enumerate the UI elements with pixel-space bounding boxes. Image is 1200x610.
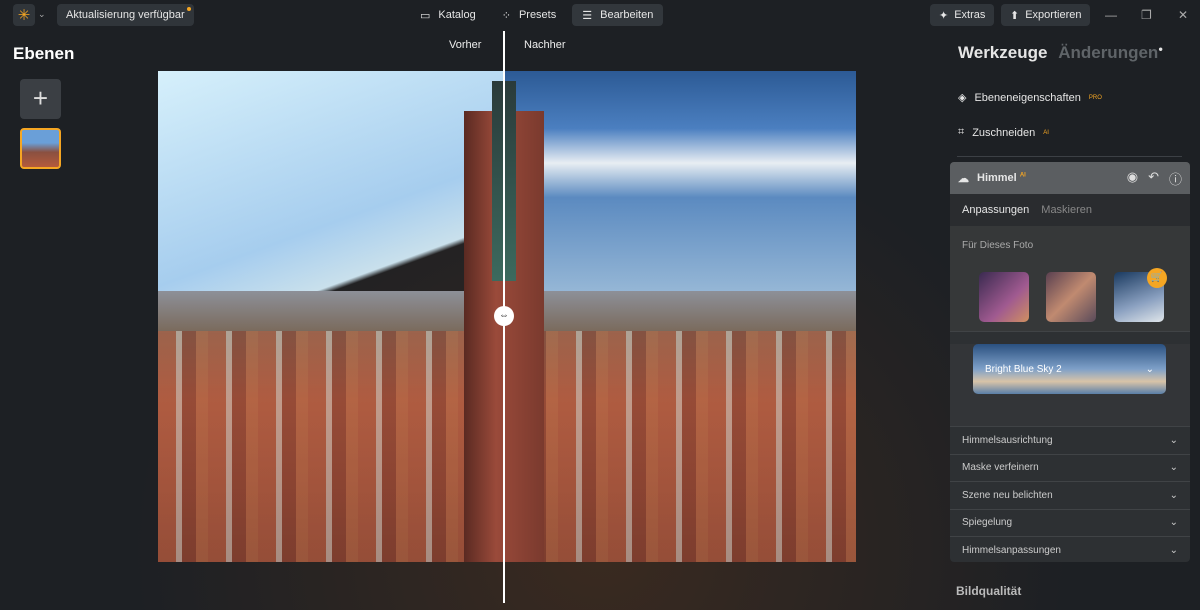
tab-aenderungen[interactable]: Änderungen [1058,43,1158,62]
sliders-icon: ☰ [582,9,592,22]
minimize-button[interactable]: — [1105,8,1117,22]
tab-katalog[interactable]: ▭ Katalog [410,4,486,26]
sparkle-wand-icon: ⁘ [502,9,511,22]
sky-preset-galaxy[interactable] [1046,272,1096,322]
layer-thumbnail[interactable] [20,128,61,169]
cart-icon[interactable]: 🛒 [1147,268,1167,288]
tab-maskieren[interactable]: Maskieren [1041,204,1092,216]
info-icon[interactable]: ⓘ [1169,169,1182,188]
chevron-down-icon: ⌄ [1146,364,1154,375]
sky-title: Himmel [977,172,1017,184]
chevron-down-icon: ⌄ [1170,490,1178,501]
divider [957,156,1182,157]
section-szene-neu-belichten[interactable]: Szene neu belichten ⌄ [950,482,1190,510]
undo-icon[interactable]: ↶ [1148,169,1159,188]
tool-label: Ebeneneigenschaften [974,92,1080,104]
main-nav: ▭ Katalog ⁘ Presets ☰ Bearbeiten [410,4,663,26]
sky-preset-milkyway[interactable] [979,272,1029,322]
section-spiegelung[interactable]: Spiegelung ⌄ [950,510,1190,538]
extras-label: Extras [954,9,985,21]
crop-icon: ⌗ [958,126,964,139]
tab-bearbeiten[interactable]: ☰ Bearbeiten [572,4,663,26]
top-bar: ✳ ⌄ Aktualisierung verfügbar ▭ Katalog ⁘ P… [0,0,1200,31]
chevron-down-icon: ⌄ [1170,462,1178,473]
chevron-down-icon[interactable]: ⌄ [38,9,46,20]
tab-label: Presets [519,9,556,21]
layers-icon: ◈ [958,91,966,104]
after-label: Nachher [524,39,566,51]
tab-label: Bearbeiten [600,9,653,21]
tab-presets[interactable]: ⁘ Presets [492,4,567,26]
export-button[interactable]: ⬆ Exportieren [1001,4,1090,26]
tab-label: Katalog [438,9,475,21]
section-label: Maske verfeinern [962,462,1039,473]
for-this-photo-section: Für Dieses Foto 🛒 [950,226,1190,332]
notification-dot [187,7,191,11]
for-photo-label: Für Dieses Foto [962,240,1033,251]
add-layer-button[interactable]: + [20,79,61,119]
selected-sky-label: Bright Blue Sky 2 [985,364,1062,375]
sparkle-icon: ✦ [939,9,948,22]
sky-select-dropdown[interactable]: Bright Blue Sky 2 ⌄ [973,344,1166,394]
app-menu-button[interactable]: ✳ [13,4,35,26]
ai-badge: AI [1043,130,1049,136]
sky-panel: ☁ Himmel AI ◉ ↶ ⓘ Anpassungen Maskieren Fü… [950,162,1190,562]
section-maske-verfeinern[interactable]: Maske verfeinern ⌄ [950,455,1190,483]
chevron-down-icon: ⌄ [1170,545,1178,556]
layers-title: Ebenen [13,44,74,64]
compare-handle[interactable]: ⇔ [494,306,514,326]
tab-anpassungen[interactable]: Anpassungen [962,204,1029,216]
section-himmelsausrichtung[interactable]: Himmelsausrichtung ⌄ [950,427,1190,455]
before-label: Vorher [449,39,481,51]
plus-icon: + [33,83,48,113]
tab-werkzeuge[interactable]: Werkzeuge [958,43,1047,62]
export-label: Exportieren [1025,9,1081,21]
changes-dot: ● [1158,44,1163,53]
tool-crop[interactable]: ⌗ Zuschneiden AI [958,126,1049,139]
chevron-down-icon: ⌄ [1170,435,1178,446]
pro-badge: PRO [1089,95,1102,101]
section-label: Spiegelung [962,517,1012,528]
tool-label: Zuschneiden [972,127,1035,139]
right-panel-tabs: Werkzeuge Änderungen● [958,43,1163,63]
section-label: Himmelsanpassungen [962,545,1061,556]
close-button[interactable]: ✕ [1178,8,1188,22]
restore-button[interactable]: ❐ [1141,8,1152,22]
sky-panel-header[interactable]: ☁ Himmel AI ◉ ↶ ⓘ [950,162,1190,194]
section-himmelsanpassungen[interactable]: Himmelsanpassungen ⌄ [950,537,1190,562]
update-available-button[interactable]: Aktualisierung verfügbar [57,4,194,26]
sun-logo-icon: ✳ [18,6,31,24]
after-sky [504,71,856,301]
image-quality-section[interactable]: Bildqualität [956,584,1021,598]
extras-button[interactable]: ✦ Extras [930,4,994,26]
section-label: Szene neu belichten [962,490,1053,501]
cloud-icon: ☁ [958,172,969,185]
folder-icon: ▭ [420,9,430,22]
drag-arrows-icon: ⇔ [499,310,509,321]
chevron-down-icon: ⌄ [1170,517,1178,528]
update-label: Aktualisierung verfügbar [66,9,185,21]
tool-layer-properties[interactable]: ◈ Ebeneneigenschaften PRO [958,91,1102,104]
section-label: Himmelsausrichtung [962,435,1053,446]
eye-icon[interactable]: ◉ [1127,169,1138,188]
ai-badge: AI [1020,172,1026,178]
upload-icon: ⬆ [1010,9,1019,22]
